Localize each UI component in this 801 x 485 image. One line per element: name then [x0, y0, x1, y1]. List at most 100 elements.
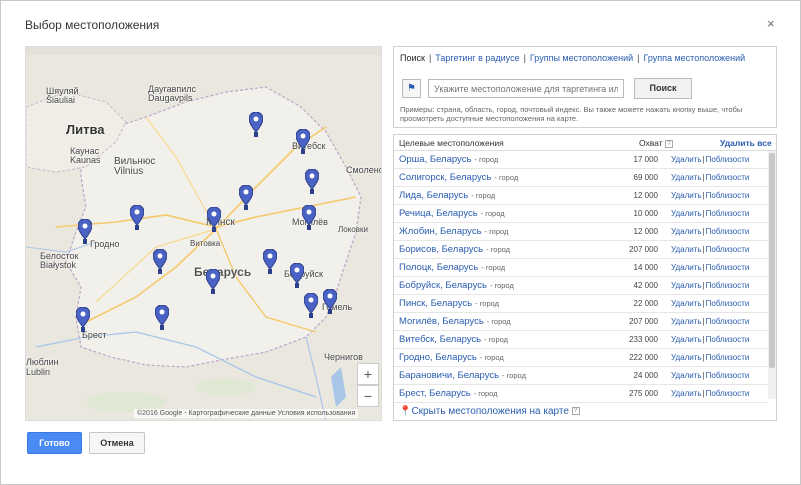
- remove-link[interactable]: Удалить: [671, 209, 702, 218]
- map-pin-minsk[interactable]: [207, 207, 221, 233]
- zoom-in-button[interactable]: +: [357, 363, 379, 385]
- nearby-link[interactable]: Поблизости: [706, 191, 750, 200]
- remove-link[interactable]: Удалить: [671, 389, 702, 398]
- map-label-litva: Литва: [66, 122, 105, 137]
- location-type: - город: [471, 191, 496, 200]
- table-row: Барановичи, Беларусь - город 24 000 Удалить…: [394, 367, 768, 385]
- nearby-link[interactable]: Поблизости: [706, 371, 750, 380]
- reach-value: 222 000: [629, 353, 658, 362]
- dialog-title: Выбор местоположения: [25, 18, 160, 32]
- remove-link[interactable]: Удалить: [671, 155, 702, 164]
- table-row: Брест, Беларусь - город 275 000 Удалить|Поб…: [394, 385, 768, 403]
- table-row: Жлобин, Беларусь - город 12 000 Удалить|Поб…: [394, 223, 768, 241]
- column-reach: Охват ?: [639, 138, 673, 148]
- remove-link[interactable]: Удалить: [671, 227, 702, 236]
- scrollbar-thumb[interactable]: [769, 153, 775, 368]
- close-icon[interactable]: ×: [767, 16, 775, 31]
- nearby-link[interactable]: Поблизости: [706, 389, 750, 398]
- map-pin-brest[interactable]: [76, 307, 90, 333]
- nearby-link[interactable]: Поблизости: [706, 155, 750, 164]
- map-pin-rechitsa[interactable]: [304, 293, 318, 319]
- cancel-button[interactable]: Отмена: [89, 432, 145, 454]
- location-name-link[interactable]: Брест, Беларусь - город: [399, 388, 498, 399]
- location-name-link[interactable]: Витебск, Беларусь - город: [399, 334, 508, 345]
- remove-link[interactable]: Удалить: [671, 245, 702, 254]
- tab-location-group[interactable]: Группа местоположений: [643, 53, 745, 63]
- location-name-link[interactable]: Борисов, Беларусь - город: [399, 244, 510, 255]
- nearby-link[interactable]: Поблизости: [706, 245, 750, 254]
- map-pin-lida[interactable]: [130, 205, 144, 231]
- location-search-input[interactable]: [428, 79, 624, 98]
- remove-link[interactable]: Удалить: [671, 299, 702, 308]
- table-row: Полоцк, Беларусь - город 14 000 Удалить|Поб…: [394, 259, 768, 277]
- done-button[interactable]: Готово: [27, 432, 82, 454]
- location-name-link[interactable]: Барановичи, Беларусь - город: [399, 370, 526, 381]
- nearby-link[interactable]: Поблизости: [706, 317, 750, 326]
- location-name-link[interactable]: Пинск, Беларусь - город: [399, 298, 499, 309]
- nearby-link[interactable]: Поблизости: [706, 263, 750, 272]
- map[interactable]: Шяуляй Šiauliai Даугавпилс Daugavpils Ли…: [25, 46, 382, 421]
- nearby-link[interactable]: Поблизости: [706, 335, 750, 344]
- tab-location-groups[interactable]: Группы местоположений: [530, 53, 633, 63]
- reach-value: 14 000: [633, 263, 658, 272]
- row-actions: Удалить|Поблизости: [671, 299, 750, 308]
- row-actions: Удалить|Поблизости: [671, 335, 750, 344]
- remove-link[interactable]: Удалить: [671, 263, 702, 272]
- table-header: Целевые местоположения Охват ? Удалить в…: [394, 135, 776, 151]
- location-name-link[interactable]: Солигорск, Беларусь - город: [399, 172, 518, 183]
- map-pin-pinsk[interactable]: [155, 305, 169, 331]
- nearby-link[interactable]: Поблизости: [706, 353, 750, 362]
- location-name-link[interactable]: Могилёв, Беларусь - город: [399, 316, 511, 327]
- help-icon[interactable]: ?: [665, 139, 673, 148]
- map-label-belarus: Беларусь: [194, 265, 252, 279]
- remove-link[interactable]: Удалить: [671, 317, 702, 326]
- remove-all-button[interactable]: Удалить все: [720, 138, 772, 148]
- location-name-link[interactable]: Жлобин, Беларусь - город: [399, 226, 508, 237]
- zoom-out-button[interactable]: −: [357, 385, 379, 407]
- help-icon[interactable]: ?: [571, 407, 580, 416]
- remove-link[interactable]: Удалить: [671, 353, 702, 362]
- remove-link[interactable]: Удалить: [671, 281, 702, 290]
- search-hint: Примеры: страна, область, город, почтовы…: [400, 105, 743, 123]
- tab-radius[interactable]: Таргетинг в радиусе: [435, 53, 519, 63]
- nearby-link[interactable]: Поблизости: [706, 209, 750, 218]
- location-name-link[interactable]: Орша, Беларусь - город: [399, 154, 498, 165]
- remove-link[interactable]: Удалить: [671, 371, 702, 380]
- search-button[interactable]: Поиск: [634, 78, 692, 99]
- location-name-link[interactable]: Полоцк, Беларусь - город: [399, 262, 505, 273]
- location-type: - город: [494, 173, 519, 182]
- nearby-link[interactable]: Поблизости: [706, 227, 750, 236]
- map-pin-grodno[interactable]: [78, 219, 92, 245]
- location-name-link[interactable]: Гродно, Беларусь - город: [399, 352, 504, 363]
- tab-search[interactable]: Поиск: [400, 53, 425, 63]
- map-target-icon[interactable]: ⚑: [402, 79, 421, 98]
- location-type: - город: [489, 281, 514, 290]
- nearby-link[interactable]: Поблизости: [706, 281, 750, 290]
- map-pin-baranovichi[interactable]: [153, 249, 167, 275]
- map-pin-soligorsk[interactable]: [206, 269, 220, 295]
- remove-link[interactable]: Удалить: [671, 173, 702, 182]
- map-pin-borisov[interactable]: [239, 185, 253, 211]
- map-pin-gomel[interactable]: [323, 289, 337, 315]
- map-pin-bobruysk[interactable]: [263, 249, 277, 275]
- scrollbar[interactable]: [768, 151, 776, 399]
- reach-value: 207 000: [629, 245, 658, 254]
- map-attribution: ©2016 Google - Картографические данные У…: [134, 409, 359, 418]
- table-row: Солигорск, Беларусь - город 69 000 Удалить|…: [394, 169, 768, 187]
- hide-locations-link[interactable]: 📍Скрыть местоположения на карте ?: [399, 406, 580, 417]
- reach-value: 42 000: [633, 281, 658, 290]
- nearby-link[interactable]: Поблизости: [706, 299, 750, 308]
- remove-link[interactable]: Удалить: [671, 335, 702, 344]
- location-name-link[interactable]: Речица, Беларусь - город: [399, 208, 505, 219]
- map-pin-zhlobin[interactable]: [290, 263, 304, 289]
- location-name-link[interactable]: Бобруйск, Беларусь - город: [399, 280, 514, 291]
- map-pin-vitebsk[interactable]: [296, 129, 310, 155]
- table-row: Бобруйск, Беларусь - город 42 000 Удалить|П…: [394, 277, 768, 295]
- map-pin-orsha[interactable]: [305, 169, 319, 195]
- remove-link[interactable]: Удалить: [671, 191, 702, 200]
- location-name-link[interactable]: Лида, Беларусь - город: [399, 190, 495, 201]
- map-pin-polotsk[interactable]: [249, 112, 263, 138]
- table-row: Лида, Беларусь - город 12 000 Удалить|Побли…: [394, 187, 768, 205]
- map-pin-mogilev[interactable]: [302, 205, 316, 231]
- nearby-link[interactable]: Поблизости: [706, 173, 750, 182]
